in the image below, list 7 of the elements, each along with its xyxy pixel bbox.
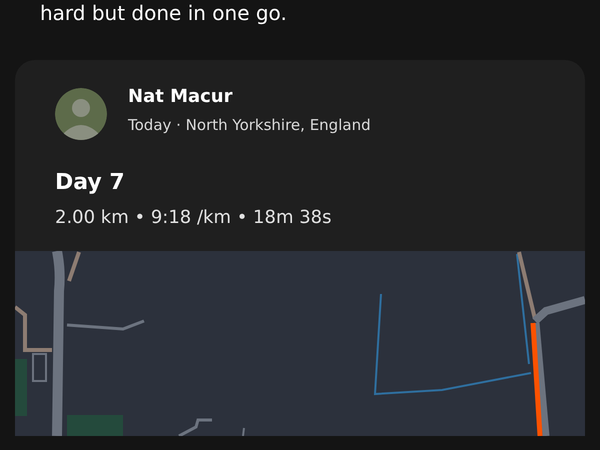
athlete-name[interactable]: Nat Macur [128,86,371,107]
activity-title[interactable]: Day 7 [15,140,585,195]
avatar [55,88,107,140]
activity-meta: Today · North Yorkshire, England [128,116,371,134]
map-drawing[interactable] [15,251,585,436]
post-text: hard but done in one go. [39,0,288,27]
activity-stats: 2.00 km • 9:18 /km • 18m 38s [54,206,332,230]
